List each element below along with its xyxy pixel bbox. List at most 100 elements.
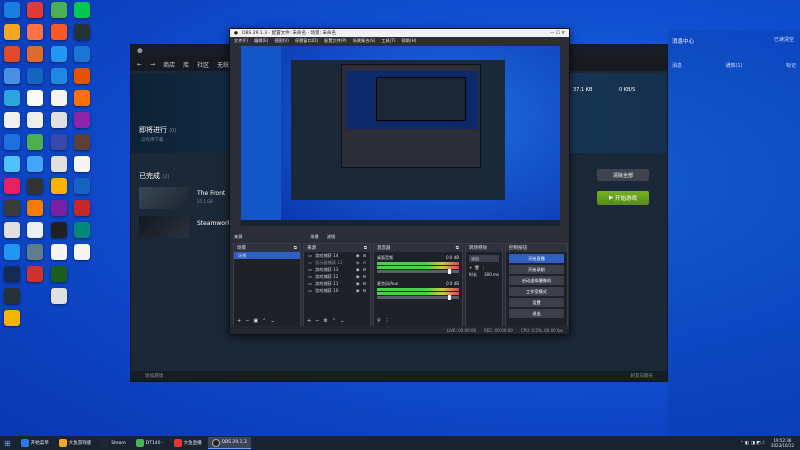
mark-read-button[interactable]: 已读清空 (774, 36, 794, 43)
gear-icon[interactable]: ⚙ (323, 318, 327, 324)
app-icon[interactable] (4, 200, 20, 216)
taskbar-item[interactable]: 大鱼游戏版 (55, 437, 96, 449)
start-button[interactable]: ⊞ (0, 437, 15, 449)
app-icon[interactable] (4, 46, 20, 62)
app-icon[interactable] (27, 24, 43, 40)
app-icon[interactable] (51, 2, 67, 18)
transition-select[interactable]: 淡出 (469, 255, 499, 262)
app-icon[interactable] (74, 222, 90, 238)
source-item[interactable]: ▭ 显示器捕获 13 ◉ ⊟ (304, 259, 370, 266)
forward-arrow-icon[interactable]: → (150, 61, 155, 68)
clear-all-button[interactable]: 清除全部 (597, 169, 649, 181)
taskbar-item[interactable]: DT140 - (132, 437, 168, 449)
app-icon[interactable] (51, 68, 67, 84)
visibility-eye-icon[interactable]: ◉ (356, 281, 360, 286)
app-icon[interactable] (27, 90, 43, 106)
slider-handle[interactable] (448, 269, 451, 274)
app-icon[interactable] (4, 90, 20, 106)
nav-user[interactable]: 无统 (217, 60, 229, 69)
lock-icon[interactable]: ⊟ (362, 260, 366, 265)
app-icon[interactable] (27, 178, 43, 194)
app-icon[interactable] (51, 112, 67, 128)
start-virtual-camera-button[interactable]: 启动虚拟摄像机 (509, 276, 564, 285)
app-icon[interactable] (74, 46, 90, 62)
nav-community[interactable]: 社区 (197, 60, 209, 69)
add-icon[interactable]: + (237, 318, 241, 324)
menu-help[interactable]: 帮助(H) (402, 38, 417, 44)
app-icon[interactable] (27, 112, 43, 128)
app-icon[interactable] (74, 24, 90, 40)
scene-item[interactable]: 场景 (234, 252, 300, 259)
app-icon[interactable] (51, 288, 67, 304)
app-icon[interactable] (51, 200, 67, 216)
source-item[interactable]: ▭ 游戏捕获 11 ◉ ⊟ (304, 280, 370, 287)
menu-profile[interactable]: 配置文件(P) (324, 38, 347, 44)
nav-library[interactable]: 库 (183, 60, 189, 69)
add-icon[interactable]: + (469, 265, 472, 270)
app-icon[interactable] (51, 46, 67, 62)
menu-dots-icon[interactable]: ⋮ (481, 265, 485, 270)
app-icon[interactable] (27, 266, 43, 282)
remove-icon[interactable]: − (315, 318, 319, 324)
lock-icon[interactable]: ⊟ (362, 274, 366, 279)
lock-icon[interactable]: ⊟ (362, 281, 366, 286)
app-icon[interactable] (4, 222, 20, 238)
start-recording-button[interactable]: 开始录制 (509, 265, 564, 274)
obs-preview-canvas[interactable] (241, 46, 560, 226)
taskbar-item[interactable]: 大鱼直播 (170, 437, 206, 449)
undock-icon[interactable]: ⧉ (294, 245, 297, 251)
tray-icons[interactable]: ⌃ ◧ ◨ ◩ ♪ (740, 441, 765, 446)
visibility-eye-icon[interactable]: ◉ (356, 253, 360, 258)
app-icon[interactable] (51, 244, 67, 260)
app-icon[interactable] (4, 310, 20, 326)
visibility-eye-icon[interactable]: ◉ (356, 274, 360, 279)
app-icon[interactable] (27, 46, 43, 62)
source-item[interactable]: ▭ 游戏捕获 13 ◉ ⊟ (304, 266, 370, 273)
tab-marks[interactable]: 标记 (786, 62, 796, 69)
app-icon[interactable] (74, 244, 90, 260)
visibility-eye-icon[interactable]: ◉ (356, 267, 360, 272)
app-icon[interactable] (27, 2, 43, 18)
app-icon[interactable] (4, 244, 20, 260)
volume-slider[interactable] (377, 295, 459, 300)
filter-icon[interactable]: ▣ (253, 318, 258, 324)
add-game-button[interactable]: 添加游戏 (145, 373, 163, 379)
undock-icon[interactable]: ⧉ (364, 245, 367, 251)
app-icon[interactable] (74, 134, 90, 150)
up-icon[interactable]: ⌃ (332, 318, 336, 324)
game-thumbnail-the-front[interactable] (139, 187, 189, 209)
menu-tools[interactable]: 工具(T) (381, 38, 395, 44)
menu-scene-collection[interactable]: 场景集合(S) (353, 38, 376, 44)
up-icon[interactable]: ⌃ (262, 318, 266, 324)
exit-button[interactable]: 退出 (509, 309, 564, 318)
app-icon[interactable] (4, 2, 20, 18)
settings-button[interactable]: 设置 (509, 298, 564, 307)
app-icon[interactable] (51, 266, 67, 282)
app-icon[interactable] (74, 178, 90, 194)
app-icon[interactable] (4, 178, 20, 194)
link-icon[interactable]: ⚲ (377, 318, 381, 324)
slider-handle[interactable] (448, 295, 451, 300)
nav-store[interactable]: 商店 (163, 60, 175, 69)
start-streaming-button[interactable]: 开始直播 (509, 254, 564, 263)
app-icon[interactable] (51, 134, 67, 150)
back-arrow-icon[interactable]: ← (137, 61, 142, 68)
app-icon[interactable] (74, 156, 90, 172)
visibility-eye-icon[interactable]: ◉ (356, 288, 360, 293)
lock-icon[interactable]: ⊟ (362, 267, 366, 272)
app-icon[interactable] (74, 90, 90, 106)
app-icon[interactable] (51, 222, 67, 238)
app-icon[interactable] (74, 200, 90, 216)
remove-icon[interactable]: − (245, 318, 249, 324)
app-icon[interactable] (27, 200, 43, 216)
app-icon[interactable] (4, 134, 20, 150)
app-icon[interactable] (74, 112, 90, 128)
tab-scene-props[interactable]: 场景 (310, 234, 318, 240)
remove-icon[interactable]: 🗑 (474, 265, 479, 270)
menu-dots-icon[interactable]: ⋮ (385, 318, 390, 324)
tab-sources-toggle[interactable]: 来源 (234, 234, 242, 240)
studio-mode-button[interactable]: 工作室模式 (509, 287, 564, 296)
volume-slider[interactable] (377, 269, 459, 274)
down-icon[interactable]: ⌄ (270, 318, 274, 324)
menu-file[interactable]: 文件(F) (234, 38, 248, 44)
